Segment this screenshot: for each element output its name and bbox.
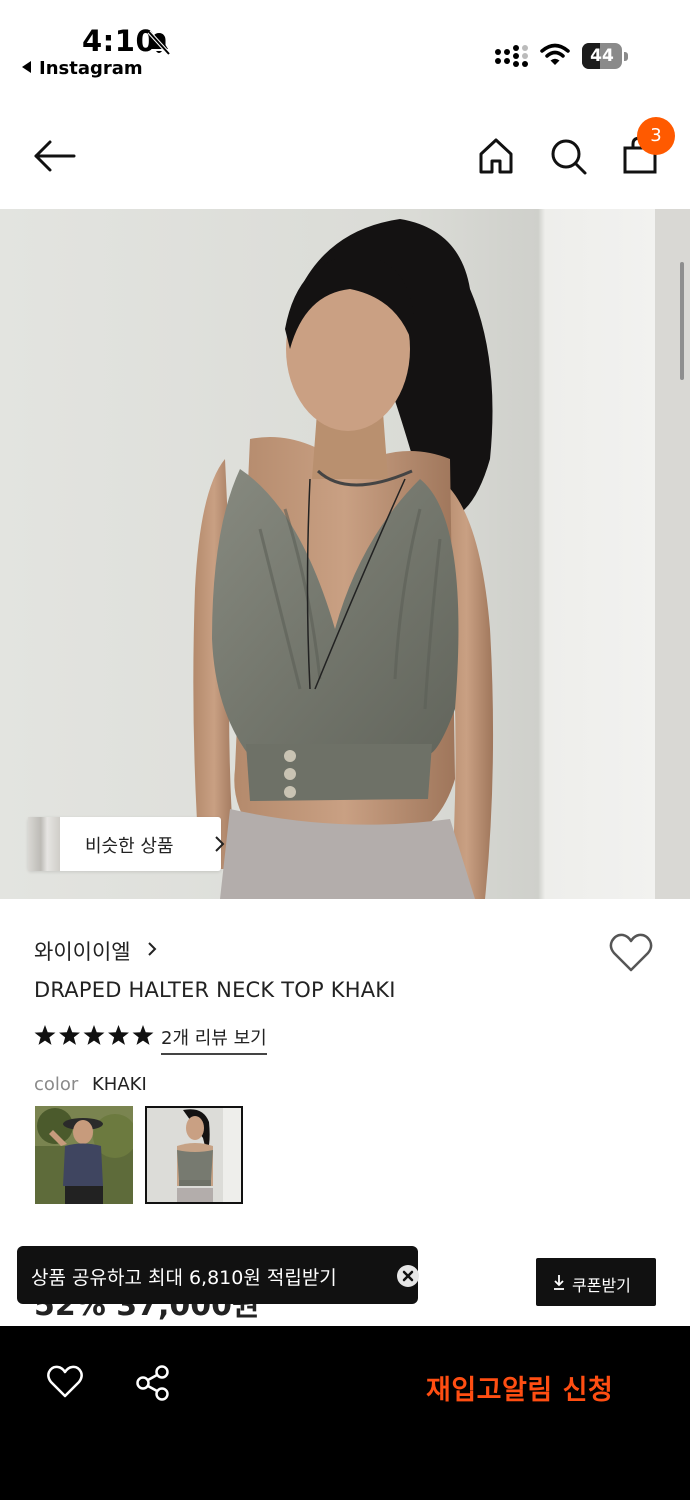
wishlist-heart-icon[interactable] <box>608 932 654 974</box>
app-header <box>0 96 690 208</box>
similar-products-label: 비슷한 상품 <box>85 836 174 857</box>
share-reward-toast[interactable]: 상품 공유하고 최대 6,810원 적립받기 <box>17 1246 419 1304</box>
color-value: KHAKI <box>92 1074 147 1095</box>
similar-products-button[interactable]: 비슷한 상품 <box>28 817 225 871</box>
image-scroll-indicator <box>680 262 684 380</box>
coupon-label: 쿠폰받기 <box>572 1276 631 1295</box>
wifi-icon <box>540 43 570 65</box>
back-to-app-link[interactable]: Instagram <box>22 58 143 79</box>
star-icon <box>132 1025 154 1045</box>
status-bar: 4:10 Instagram 44 <box>0 0 690 96</box>
home-icon[interactable] <box>474 134 518 178</box>
star-icon <box>59 1025 80 1045</box>
color-label: color <box>34 1074 79 1095</box>
share-icon[interactable] <box>134 1364 172 1402</box>
back-arrow-icon[interactable] <box>30 136 78 176</box>
chevron-right-icon <box>148 942 157 956</box>
product-name: DRAPED HALTER NECK TOP KHAKI <box>34 978 396 1002</box>
similar-product-thumbnail <box>28 817 62 871</box>
toast-text: 상품 공유하고 최대 6,810원 적립받기 <box>31 1267 337 1289</box>
brand-link[interactable]: 와이이이엘 <box>34 936 131 966</box>
rating-stars <box>34 1025 154 1045</box>
heart-icon[interactable] <box>46 1364 84 1400</box>
model-photo <box>0 209 690 899</box>
color-swatch-navy[interactable] <box>35 1106 133 1204</box>
restock-alert-button[interactable]: 재입고알림 신청 <box>426 1368 613 1407</box>
close-circle-icon[interactable] <box>397 1265 419 1287</box>
back-triangle-icon <box>22 61 31 73</box>
star-icon <box>108 1025 129 1045</box>
color-swatch-khaki[interactable] <box>145 1106 243 1204</box>
bell-slash-icon <box>147 30 171 56</box>
search-icon[interactable] <box>546 134 590 178</box>
signal-icon <box>495 45 528 67</box>
product-hero-image[interactable] <box>0 209 690 899</box>
chevron-right-icon <box>215 836 225 852</box>
back-app-label: Instagram <box>39 58 143 79</box>
bottom-action-bar: 재입고알림 신청 <box>0 1326 690 1500</box>
review-link[interactable]: 2개 리뷰 보기 <box>161 1024 267 1055</box>
battery-icon: 44 <box>582 43 628 69</box>
coupon-button[interactable]: 쿠폰받기 <box>536 1258 656 1306</box>
star-icon <box>34 1025 56 1045</box>
star-icon <box>83 1025 105 1045</box>
battery-level: 44 <box>590 46 614 66</box>
cart-count-badge: 3 <box>637 117 675 155</box>
download-icon <box>554 1275 564 1290</box>
